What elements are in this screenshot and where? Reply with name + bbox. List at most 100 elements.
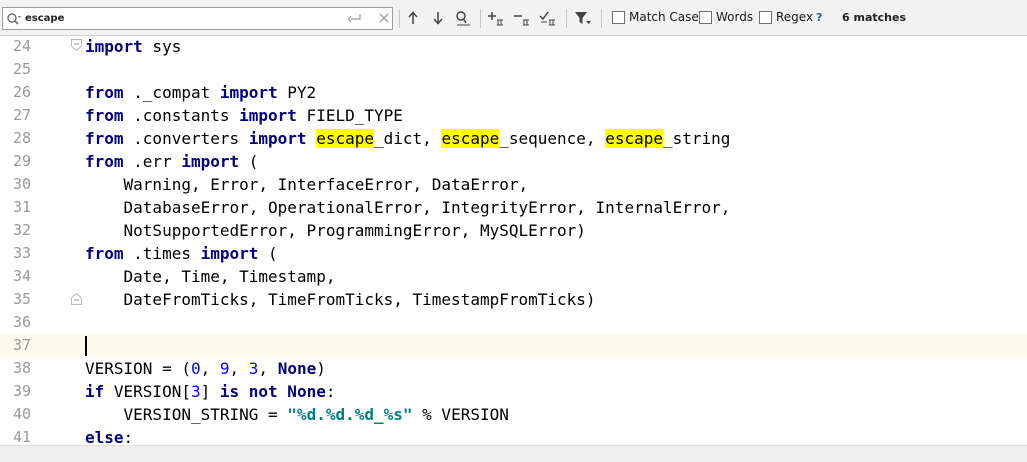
code-text: from ._compat import PY2: [85, 81, 316, 104]
find-all-icon[interactable]: [454, 9, 472, 27]
regex-help-link[interactable]: ?: [816, 11, 822, 24]
code-token: (: [239, 152, 259, 171]
code-line[interactable]: 27 from .constants import FIELD_TYPE: [0, 104, 1027, 127]
line-number: 35: [12, 290, 31, 308]
code-line[interactable]: 25: [0, 58, 1027, 81]
code-token: _string: [663, 129, 731, 148]
line-number: 36: [12, 313, 31, 331]
code-token: ,: [258, 359, 278, 378]
line-number: 38: [12, 359, 31, 377]
code-line[interactable]: 34 Date, Time, Timestamp,: [0, 265, 1027, 288]
code-text: NotSupportedError, ProgrammingError, MyS…: [85, 219, 586, 242]
code-text: from .constants import FIELD_TYPE: [85, 104, 403, 127]
code-line[interactable]: 33 from .times import (: [0, 242, 1027, 265]
regex-box[interactable]: [759, 10, 772, 24]
line-number: 40: [12, 405, 31, 423]
toolbar-separator: [601, 9, 602, 28]
add-selection-icon[interactable]: [486, 9, 504, 27]
code-token: :: [123, 428, 134, 445]
previous-occurrence-icon[interactable]: [404, 9, 422, 27]
line-number: 29: [12, 152, 31, 170]
match-count: 6 matches: [842, 11, 906, 24]
code-line[interactable]: 30 Warning, Error, InterfaceError, DataE…: [0, 173, 1027, 196]
code-token: None: [277, 359, 317, 378]
code-token: if: [85, 382, 105, 401]
code-token: VERSION[: [104, 382, 191, 401]
code-text: from .times import (: [85, 242, 278, 265]
line-number: 30: [12, 175, 31, 193]
search-field[interactable]: [2, 7, 393, 30]
search-match-highlight: escape: [441, 129, 500, 148]
line-number: 41: [12, 428, 31, 445]
horizontal-scrollbar[interactable]: [0, 445, 1027, 462]
search-match-highlight: escape: [605, 129, 663, 148]
code-token: FIELD_TYPE: [296, 106, 403, 125]
code-line[interactable]: 39 if VERSION[3] is not None:: [0, 380, 1027, 403]
code-text: DateFromTicks, TimeFromTicks, TimestampF…: [85, 288, 596, 311]
code-token: NotSupportedError, ProgrammingError, MyS…: [85, 221, 586, 240]
code-token: from: [85, 129, 124, 148]
code-line[interactable]: 24 import sys: [0, 36, 1027, 58]
code-token: from: [85, 244, 124, 263]
match-case-label: Match Case: [629, 10, 699, 24]
code-token: VERSION_STRING =: [85, 405, 288, 424]
code-token: .constants: [123, 106, 240, 125]
code-token: Warning, Error, InterfaceError, DataErro…: [85, 175, 529, 194]
code-line[interactable]: 36: [0, 311, 1027, 334]
code-line[interactable]: 31 DatabaseError, OperationalError, Inte…: [0, 196, 1027, 219]
line-number: 33: [12, 244, 31, 262]
code-text: from .converters import escape_dict, esc…: [85, 127, 730, 150]
code-line[interactable]: 41 else:: [0, 426, 1027, 445]
line-number: 25: [12, 60, 31, 78]
words-box[interactable]: [699, 10, 712, 24]
toolbar-separator: [566, 9, 567, 28]
code-line[interactable]: 37: [0, 334, 1027, 357]
code-line[interactable]: 35 DateFromTicks, TimeFromTicks, Timesta…: [0, 288, 1027, 311]
clear-icon[interactable]: [377, 11, 391, 28]
line-number: 26: [12, 83, 31, 101]
code-token: .times: [123, 244, 201, 263]
code-line[interactable]: 38 VERSION = (0, 9, 3, None): [0, 357, 1027, 380]
code-token: .converters: [123, 129, 249, 148]
code-line[interactable]: 40 VERSION_STRING = "%d.%d.%d_%s" % VERS…: [0, 403, 1027, 426]
code-token: import: [85, 37, 143, 56]
match-case-checkbox[interactable]: Match Case: [612, 10, 699, 24]
line-number: 24: [12, 37, 31, 55]
filter-icon[interactable]: [574, 9, 592, 27]
code-token: _sequence,: [499, 129, 606, 148]
line-number: 28: [12, 129, 31, 147]
code-text: VERSION_STRING = "%d.%d.%d_%s" % VERSION: [85, 403, 509, 426]
enter-icon[interactable]: [347, 11, 363, 28]
code-token: import: [181, 152, 240, 171]
code-text: Warning, Error, InterfaceError, DataErro…: [85, 173, 529, 196]
code-token: DateFromTicks, TimeFromTicks, TimestampF…: [85, 290, 596, 309]
code-token: from: [85, 83, 124, 102]
code-line[interactable]: 32 NotSupportedError, ProgrammingError, …: [0, 219, 1027, 242]
code-token: import: [200, 244, 259, 263]
next-occurrence-icon[interactable]: [429, 9, 447, 27]
fold-start-icon[interactable]: [71, 39, 82, 51]
search-input[interactable]: [25, 9, 340, 28]
match-case-box[interactable]: [612, 10, 625, 24]
code-token: ,: [200, 359, 220, 378]
select-all-occurrences-icon[interactable]: [538, 9, 556, 27]
code-text: Date, Time, Timestamp,: [85, 265, 336, 288]
code-token: ): [316, 359, 326, 378]
words-checkbox[interactable]: Words: [699, 10, 753, 24]
code-token: :: [325, 382, 336, 401]
code-line[interactable]: 26 from ._compat import PY2: [0, 81, 1027, 104]
search-history-icon[interactable]: [3, 8, 25, 29]
code-token: ]: [200, 382, 220, 401]
regex-checkbox[interactable]: Regex: [759, 10, 813, 24]
code-editor[interactable]: 24 import sys 25 26 from ._compat import PY2…: [0, 36, 1027, 445]
code-line[interactable]: 29 from .err import (: [0, 150, 1027, 173]
code-token: ,: [229, 359, 249, 378]
code-token: from: [85, 106, 124, 125]
code-line[interactable]: 28 from .converters import escape_dict, e…: [0, 127, 1027, 150]
remove-selection-icon[interactable]: [512, 9, 530, 27]
fold-end-icon[interactable]: [71, 293, 82, 305]
code-token: 3: [190, 382, 201, 401]
code-text: from .err import (: [85, 150, 258, 173]
line-number: 34: [12, 267, 31, 285]
code-token: sys: [142, 37, 182, 56]
